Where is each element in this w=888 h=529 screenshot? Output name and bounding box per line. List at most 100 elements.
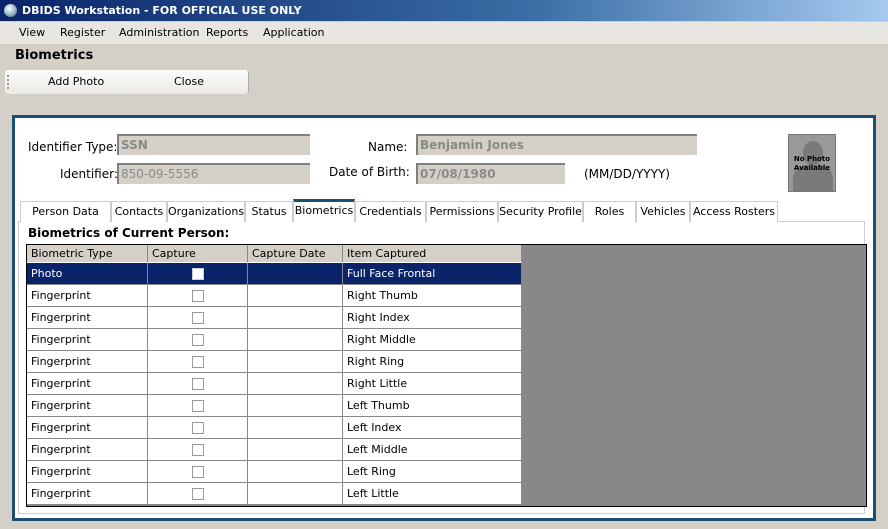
section-title: Biometrics of Current Person: <box>28 226 230 240</box>
cell-biometric-type: Fingerprint <box>27 307 148 329</box>
tab-roles[interactable]: Roles <box>583 201 636 222</box>
cell-capture-indicator <box>148 263 248 285</box>
capture-checkbox[interactable] <box>192 356 204 368</box>
cell-item-captured: Left Thumb <box>343 395 522 417</box>
table-row[interactable]: Fingerprint Right Index <box>27 307 522 329</box>
dob-format-hint: (MM/DD/YYYY) <box>584 167 670 181</box>
cell-item-captured: Left Ring <box>343 461 522 483</box>
cell-capture-indicator <box>148 351 248 373</box>
page-title: Biometrics <box>15 48 94 63</box>
capture-checkbox[interactable] <box>192 268 204 280</box>
cell-item-captured: Right Index <box>343 307 522 329</box>
cell-biometric-type: Photo <box>27 263 148 285</box>
menu-application[interactable]: Application <box>263 26 324 39</box>
cell-biometric-type: Fingerprint <box>27 351 148 373</box>
cell-capture-indicator <box>148 439 248 461</box>
table-row[interactable]: Fingerprint Right Ring <box>27 351 522 373</box>
table-row[interactable]: Fingerprint Left Little <box>27 483 522 505</box>
cell-capture-date <box>248 483 343 505</box>
tab-person-data[interactable]: Person Data <box>20 201 111 222</box>
cell-capture-indicator <box>148 395 248 417</box>
menu-bar: View Register Administration Reports App… <box>0 22 888 44</box>
cell-item-captured: Right Little <box>343 373 522 395</box>
menu-register[interactable]: Register <box>60 26 105 39</box>
cell-biometric-type: Fingerprint <box>27 483 148 505</box>
cell-capture-date <box>248 351 343 373</box>
capture-checkbox[interactable] <box>192 334 204 346</box>
cell-capture-date <box>248 395 343 417</box>
menu-administration[interactable]: Administration <box>119 26 200 39</box>
capture-checkbox[interactable] <box>192 400 204 412</box>
capture-checkbox[interactable] <box>192 466 204 478</box>
cell-capture-indicator <box>148 285 248 307</box>
tab-biometrics[interactable]: Biometrics <box>293 199 355 222</box>
tab-vehicles[interactable]: Vehicles <box>636 201 690 222</box>
tab-security-profile[interactable]: Security Profile <box>498 201 583 222</box>
table-row[interactable]: Photo Full Face Frontal <box>27 263 522 285</box>
table-row[interactable]: Fingerprint Left Thumb <box>27 395 522 417</box>
tab-organizations[interactable]: Organizations <box>167 201 245 222</box>
identifier-type-field[interactable]: SSN <box>117 134 310 155</box>
tab-credentials[interactable]: Credentials <box>355 201 426 222</box>
dob-label: Date of Birth: <box>329 165 410 179</box>
cell-item-captured: Right Ring <box>343 351 522 373</box>
title-bar: DBIDS Workstation - FOR OFFICIAL USE ONL… <box>0 0 888 21</box>
table-row[interactable]: Fingerprint Left Ring <box>27 461 522 483</box>
cell-capture-indicator <box>148 329 248 351</box>
menu-view[interactable]: View <box>19 26 45 39</box>
column-header-capture-indicator[interactable]: Capture Indicator <box>148 245 248 278</box>
capture-checkbox[interactable] <box>192 378 204 390</box>
cell-biometric-type: Fingerprint <box>27 417 148 439</box>
table-row[interactable]: Fingerprint Left Middle <box>27 439 522 461</box>
cell-item-captured: Full Face Frontal <box>343 263 522 285</box>
cell-capture-date <box>248 439 343 461</box>
person-photo-placeholder: No Photo Available <box>788 134 836 192</box>
cell-capture-date <box>248 285 343 307</box>
cell-item-captured: Left Middle <box>343 439 522 461</box>
table-row[interactable]: Fingerprint Right Little <box>27 373 522 395</box>
tab-contacts[interactable]: Contacts <box>111 201 167 222</box>
capture-checkbox[interactable] <box>192 422 204 434</box>
cell-item-captured: Left Little <box>343 483 522 505</box>
column-header-biometric-type[interactable]: Biometric Type <box>27 245 148 263</box>
cell-capture-date <box>248 373 343 395</box>
tab-status[interactable]: Status <box>245 201 293 222</box>
table-row[interactable]: Fingerprint Left Index <box>27 417 522 439</box>
app-globe-icon <box>4 4 17 17</box>
toolbar-grip-icon[interactable] <box>7 75 9 89</box>
identifier-label: Identifier: <box>60 167 118 181</box>
cell-item-captured: Left Index <box>343 417 522 439</box>
cell-item-captured: Right Thumb <box>343 285 522 307</box>
cell-capture-date <box>248 461 343 483</box>
capture-checkbox[interactable] <box>192 290 204 302</box>
capture-checkbox[interactable] <box>192 444 204 456</box>
dob-field[interactable]: 07/08/1980 <box>416 163 565 184</box>
cell-capture-date <box>248 417 343 439</box>
close-button[interactable]: Close <box>174 75 204 88</box>
table-row[interactable]: Fingerprint Right Thumb <box>27 285 522 307</box>
cell-capture-indicator <box>148 417 248 439</box>
tab-access-rosters[interactable]: Access Rosters <box>690 201 778 222</box>
identifier-field[interactable]: 850-09-5556 <box>117 163 310 184</box>
column-header-capture-date[interactable]: Capture Date <box>248 245 343 263</box>
name-field[interactable]: Benjamin Jones <box>416 134 697 155</box>
cell-item-captured: Right Middle <box>343 329 522 351</box>
cell-capture-date <box>248 307 343 329</box>
tab-permissions[interactable]: Permissions <box>426 201 498 222</box>
table-row[interactable]: Fingerprint Right Middle <box>27 329 522 351</box>
cell-biometric-type: Fingerprint <box>27 373 148 395</box>
name-label: Name: <box>368 140 408 154</box>
capture-checkbox[interactable] <box>192 312 204 324</box>
no-photo-text: No Photo Available <box>793 155 831 172</box>
cell-capture-indicator <box>148 307 248 329</box>
cell-capture-indicator <box>148 461 248 483</box>
cell-biometric-type: Fingerprint <box>27 439 148 461</box>
capture-checkbox[interactable] <box>192 488 204 500</box>
biometrics-grid[interactable]: Biometric Type Capture Indicator Capture… <box>26 244 867 507</box>
column-header-item-captured[interactable]: Item Captured <box>343 245 522 263</box>
menu-reports[interactable]: Reports <box>206 26 248 39</box>
cell-capture-indicator <box>148 483 248 505</box>
cell-capture-indicator <box>148 373 248 395</box>
add-photo-button[interactable]: Add Photo <box>48 75 104 88</box>
cell-biometric-type: Fingerprint <box>27 461 148 483</box>
